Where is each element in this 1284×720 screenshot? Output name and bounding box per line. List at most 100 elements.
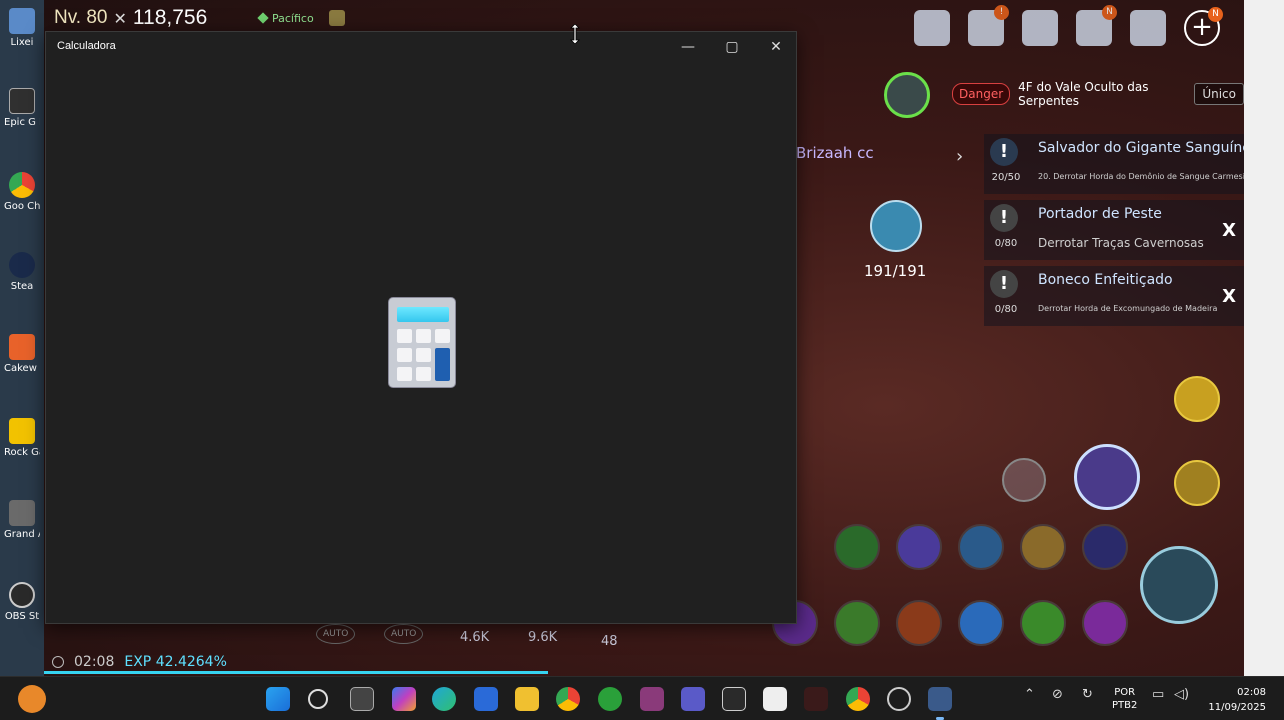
skill-slot-icon[interactable] (1082, 600, 1128, 646)
desktop-icon-rockstar[interactable]: Rock Game (4, 418, 40, 458)
potion-count[interactable]: 9.6K (528, 630, 557, 645)
player-level: Nv. 80 (54, 7, 108, 28)
skill-slot-icon[interactable] (1020, 524, 1066, 570)
store-icon[interactable] (474, 687, 498, 711)
dash-skill-icon[interactable] (1174, 460, 1220, 506)
minimize-button[interactable]: — (666, 32, 710, 62)
desktop-icon-steam[interactable]: Stea (4, 252, 40, 292)
quest-close-button[interactable]: X (1222, 286, 1236, 307)
quest-title: Salvador do Gigante Sanguíneo (1038, 140, 1244, 156)
desktop-icon-epic-games[interactable]: Epic G Launc (4, 88, 40, 128)
display-icon[interactable]: ▭ (1152, 687, 1164, 702)
calculator-splash-icon (388, 297, 456, 388)
channel-button[interactable]: Único (1194, 83, 1244, 105)
calculator-window[interactable]: Calculadora — ▢ ✕ (45, 31, 797, 624)
ultimate-skill-icon[interactable] (1074, 444, 1140, 510)
skill-slot-icon[interactable] (958, 600, 1004, 646)
epic-games-icon[interactable] (722, 687, 746, 711)
quest-item[interactable]: ! 0/80 Boneco Enfeitiçado Derrotar Horda… (984, 266, 1244, 326)
file-explorer-icon[interactable] (515, 687, 539, 711)
desktop-icon-strip: Lixei Epic G Launc Goo Chro Stea Cakew B… (0, 0, 44, 676)
language-indicator[interactable]: POR PTB2 (1112, 686, 1137, 712)
skill-slot-icon[interactable] (834, 600, 880, 646)
edge-icon[interactable] (432, 687, 456, 711)
exp-readout: EXP 42.4264% (124, 654, 227, 670)
auto-toggle[interactable]: AUTO (384, 624, 424, 644)
quest-close-button[interactable]: X (1222, 220, 1236, 241)
potion-count[interactable]: 4.6K (460, 630, 489, 645)
quest-item[interactable]: ! 20/50 Salvador do Gigante Sanguíneo 20… (984, 134, 1244, 194)
desktop-icon-gta[interactable]: Grand Auto V (4, 500, 40, 540)
media-icon[interactable] (887, 687, 911, 711)
plus-menu-icon[interactable]: + N (1184, 7, 1223, 46)
maximize-button[interactable]: ▢ (710, 32, 754, 62)
quest-alert-icon: ! (990, 138, 1018, 166)
game-right-margin (1244, 0, 1284, 676)
copilot-icon[interactable] (392, 687, 416, 711)
buff-skill-icon[interactable] (1174, 376, 1220, 422)
system-clock[interactable]: 02:08 11/09/2025 (1202, 685, 1266, 715)
game-icon[interactable] (804, 687, 828, 711)
bell-icon[interactable] (1130, 10, 1166, 46)
desktop-icon-cakewalk[interactable]: Cakew Band (4, 334, 40, 374)
peace-mode-icon (257, 12, 269, 24)
teams-icon[interactable] (681, 687, 705, 711)
windows-start-icon[interactable] (266, 687, 290, 711)
skill-slot-icon[interactable] (834, 524, 880, 570)
skill-slot-icon[interactable] (1082, 524, 1128, 570)
main-attack-button[interactable] (1140, 546, 1218, 624)
xbox-icon[interactable] (598, 687, 622, 711)
mode-settings-icon[interactable] (328, 10, 345, 26)
desktop-icon-recycle-bin[interactable]: Lixei (4, 8, 40, 48)
skill-slot-icon[interactable] (896, 600, 942, 646)
chrome-icon (9, 172, 35, 198)
hp-readout: 191/191 (864, 262, 927, 280)
quest-item[interactable]: ! 0/80 Portador de Peste Derrotar Traças… (984, 200, 1244, 260)
skill-slot-icon[interactable] (958, 524, 1004, 570)
skill-slot-icon[interactable] (896, 524, 942, 570)
game-launcher-icon[interactable] (763, 687, 787, 711)
bag-icon[interactable]: N (1076, 5, 1117, 46)
pickaxe-icon[interactable] (870, 200, 922, 252)
quest-progress: 0/80 (994, 304, 1018, 315)
desktop-icon-chrome[interactable]: Goo Chro (4, 172, 40, 212)
skill-slot-icon[interactable] (1020, 600, 1066, 646)
quest-progress: 20/50 (991, 172, 1021, 183)
quest-title: Boneco Enfeitiçado (1038, 272, 1173, 288)
boss-portrait[interactable] (884, 72, 930, 118)
chevron-right-icon[interactable]: › (956, 146, 963, 167)
bottom-status: 02:08 EXP 42.4264% (52, 654, 227, 670)
shop-cart-icon[interactable] (914, 10, 950, 46)
inventory-icon[interactable] (1022, 10, 1058, 46)
game-time: 02:08 (74, 654, 115, 670)
target-lock-button[interactable] (1002, 458, 1046, 502)
steam-icon (9, 252, 35, 278)
obs-icon (9, 582, 35, 608)
volume-icon[interactable]: ◁) (1174, 687, 1189, 702)
new-badge: N (1102, 5, 1117, 20)
chrome-icon[interactable] (556, 687, 580, 711)
calculator-icon[interactable] (928, 687, 952, 720)
widgets-icon[interactable] (18, 685, 46, 713)
task-view-icon[interactable] (350, 687, 374, 711)
rewards-icon[interactable]: ! (968, 5, 1009, 46)
quest-progress: 0/80 (994, 238, 1018, 249)
network-off-icon[interactable]: ⊘ (1052, 687, 1063, 702)
pvp-mode-indicator[interactable]: Pacífico (257, 10, 345, 26)
auto-toggle[interactable]: AUTO (316, 624, 356, 644)
quest-alert-icon: ! (990, 270, 1018, 298)
new-badge: N (1208, 7, 1223, 22)
winrar-icon[interactable] (640, 687, 664, 711)
chrome-profile-icon[interactable] (846, 687, 870, 711)
close-button[interactable]: ✕ (754, 32, 798, 62)
quest-alert-icon: ! (990, 204, 1018, 232)
exp-progress-bar (44, 671, 548, 674)
notification-badge: ! (994, 5, 1009, 20)
desktop-icon-obs[interactable]: OBS St (4, 582, 40, 622)
sync-icon[interactable]: ↻ (1082, 687, 1093, 702)
scroll-count[interactable]: 48 (601, 634, 618, 649)
search-icon[interactable] (308, 689, 328, 709)
show-hidden-icons-chevron-icon[interactable]: ⌃ (1024, 687, 1035, 702)
quest-objective: Derrotar Traças Cavernosas (1038, 236, 1204, 250)
player-level-power: Nv. 80 ✕ 118,756 (54, 6, 207, 30)
